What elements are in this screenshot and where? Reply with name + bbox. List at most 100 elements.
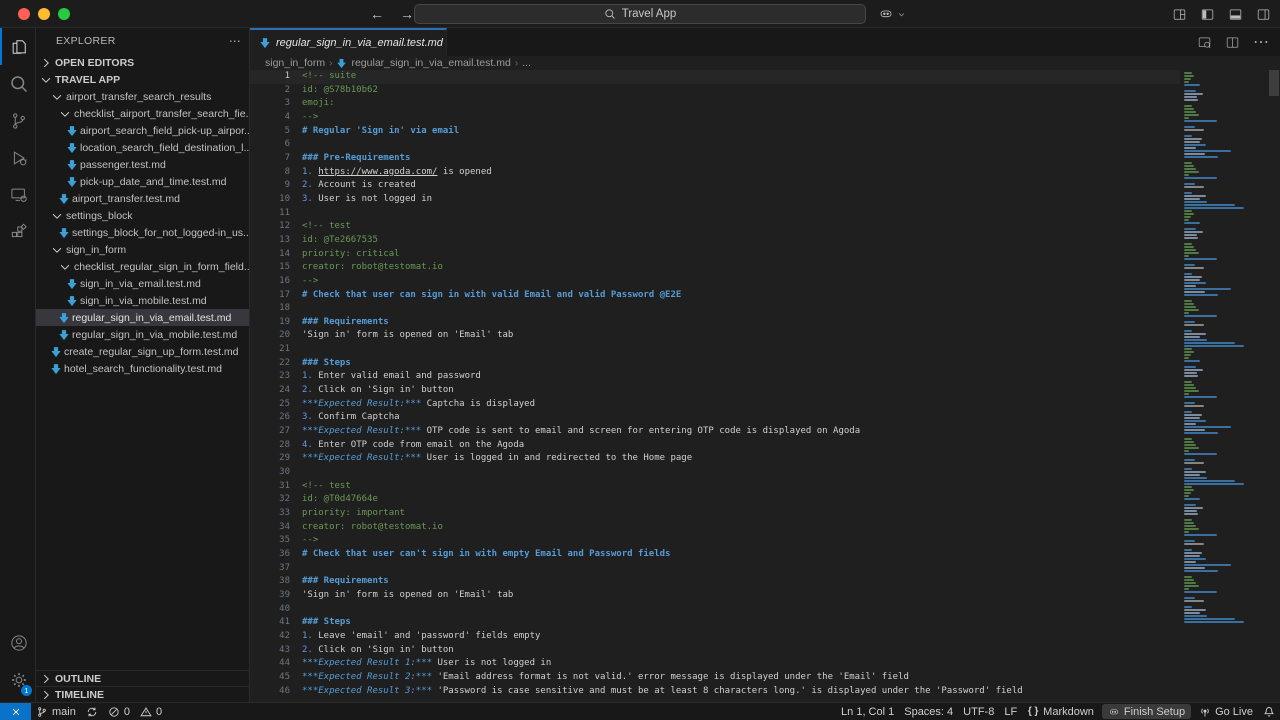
activity-settings[interactable]: 1 [0,661,35,698]
status-notifications[interactable] [1258,703,1280,720]
status-eol[interactable]: LF [999,703,1022,720]
code-line[interactable]: 36# Check that user can't sign in with e… [250,548,1180,562]
code-line[interactable]: 14priority: critical [250,248,1180,262]
timeline-section[interactable]: TIMELINE [36,686,249,702]
activity-explorer[interactable] [0,28,35,65]
activity-search[interactable] [0,65,35,102]
status-go-live[interactable]: Go Live [1194,703,1258,720]
minimap[interactable] [1180,70,1268,702]
code-line[interactable]: 11 [250,207,1180,221]
code-line[interactable]: 421. Leave 'email' and 'password' fields… [250,630,1180,644]
code-line[interactable]: 30 [250,466,1180,480]
code-line[interactable]: 13id: @Te2667535 [250,234,1180,248]
tree-item[interactable]: airport_search_field_pick-up_airpor... [36,122,249,139]
toggle-panel-icon[interactable] [1228,7,1243,22]
tree-item[interactable]: checklist_airport_transfer_search_fie... [36,105,249,122]
navigate-back-icon[interactable]: ← [370,6,384,22]
code-line[interactable]: 33priority: important [250,507,1180,521]
tree-item[interactable]: hotel_search_functionality.test.md [36,360,249,377]
code-line[interactable]: 7### Pre-Requirements [250,152,1180,166]
breadcrumb-item[interactable]: sign_in_form [265,57,325,69]
code-line[interactable]: 432. Click on 'Sign in' button [250,644,1180,658]
editor-more-actions-icon[interactable]: ⋯ [1253,32,1269,52]
activity-source-control[interactable] [0,102,35,139]
code-line[interactable]: 22### Steps [250,357,1180,371]
status-finish-setup[interactable]: Finish Setup [1102,704,1191,719]
code-line[interactable]: 32id: @T0d47664e [250,493,1180,507]
activity-remote-explorer[interactable] [0,176,35,213]
tree-item[interactable]: location_search_field_destination_l... [36,139,249,156]
code-line[interactable]: 31<!-- test [250,480,1180,494]
code-line[interactable]: 38### Requirements [250,575,1180,589]
minimize-window-button[interactable] [38,8,50,20]
code-line[interactable]: 37 [250,562,1180,576]
code-line[interactable]: 6 [250,138,1180,152]
open-preview-icon[interactable] [1197,35,1212,50]
code-line[interactable]: 103. User is not logged in [250,193,1180,207]
tree-item[interactable]: airport_transfer.test.md [36,190,249,207]
code-line[interactable]: 29***Expected Result:*** User is logged … [250,452,1180,466]
code-line[interactable]: 263. Confirm Captcha [250,411,1180,425]
code-line[interactable]: 27***Expected Result:*** OTP code is sen… [250,425,1180,439]
status-language-mode[interactable]: { }Markdown [1022,703,1099,720]
open-editors-section[interactable]: OPEN EDITORS [36,54,249,71]
breadcrumb-item[interactable]: ... [522,57,531,69]
command-center-search[interactable]: Travel App [414,4,866,24]
code-line[interactable]: 21 [250,343,1180,357]
tree-item[interactable]: checklist_regular_sign_in_form_field... [36,258,249,275]
status-errors[interactable]: 0 [103,703,135,720]
code-line[interactable]: 5# Regular 'Sign in' via email [250,125,1180,139]
code-line[interactable]: 2id: @S78b10b62 [250,84,1180,98]
toggle-secondary-sidebar-icon[interactable] [1256,7,1271,22]
code-line[interactable]: 18 [250,302,1180,316]
code-line[interactable]: 92. Account is created [250,179,1180,193]
tree-item[interactable]: settings_block_for_not_logged-in_us... [36,224,249,241]
copilot-menu[interactable] [878,0,906,28]
activity-extensions[interactable] [0,213,35,250]
status-git-branch[interactable]: main [31,703,81,720]
code-line[interactable]: 46***Expected Result 3:*** 'Password is … [250,685,1180,699]
split-editor-icon[interactable] [1225,35,1240,50]
code-line[interactable]: 19### Requirements [250,316,1180,330]
code-line[interactable]: 44***Expected Result 1:*** User is not l… [250,657,1180,671]
code-line[interactable]: 20'Sign in' form is opened on 'Email' ta… [250,329,1180,343]
close-window-button[interactable] [18,8,30,20]
status-remote[interactable] [0,703,31,720]
activity-run-debug[interactable] [0,139,35,176]
scrollbar-slider[interactable] [1269,70,1279,96]
code-line[interactable]: 40 [250,603,1180,617]
tree-item[interactable]: create_regular_sign_up_form.test.md [36,343,249,360]
code-line[interactable]: 242. Click on 'Sign in' button [250,384,1180,398]
toggle-sidebar-icon[interactable] [1200,7,1215,22]
tree-item[interactable]: airport_transfer_search_results [36,88,249,105]
status-indentation[interactable]: Spaces: 4 [899,703,958,720]
tree-item[interactable]: regular_sign_in_via_email.test.md [36,309,249,326]
maximize-window-button[interactable] [58,8,70,20]
code-line[interactable]: 231. Enter valid email and password [250,370,1180,384]
workspace-root-folder[interactable]: TRAVEL APP [36,71,249,88]
explorer-more-actions-icon[interactable]: ⋯ [229,34,241,48]
code-line[interactable]: 284. Enter OTP code from email on the Ag… [250,439,1180,453]
code-line[interactable]: 41### Steps [250,616,1180,630]
tree-item[interactable]: sign_in_via_mobile.test.md [36,292,249,309]
code-line[interactable]: 12<!-- test [250,220,1180,234]
outline-section[interactable]: OUTLINE [36,670,249,686]
status-encoding[interactable]: UTF-8 [958,703,999,720]
code-line[interactable]: 39'Sign in' form is opened on 'Email' ta… [250,589,1180,603]
status-warnings[interactable]: 0 [135,703,167,720]
editor-scrollbar[interactable] [1268,70,1280,702]
code-line[interactable]: 25***Expected Result:*** Captcha is disp… [250,398,1180,412]
navigate-forward-icon[interactable]: → [400,6,414,22]
breadcrumb-item[interactable]: regular_sign_in_via_email.test.md [351,57,510,69]
customize-layout-icon[interactable] [1172,7,1187,22]
tree-item[interactable]: passenger.test.md [36,156,249,173]
code-line[interactable]: 1<!-- suite [250,70,1180,84]
tree-item[interactable]: settings_block [36,207,249,224]
code-line[interactable]: 17# Check that user can sign in with val… [250,289,1180,303]
code-line[interactable]: 81. https://www.agoda.com/ is opened [250,166,1180,180]
code-line[interactable]: 35--> [250,534,1180,548]
tree-item[interactable]: pick-up_date_and_time.test.md [36,173,249,190]
code-line[interactable]: 4--> [250,111,1180,125]
code-line[interactable]: 15creator: robot@testomat.io [250,261,1180,275]
tree-item[interactable]: sign_in_via_email.test.md [36,275,249,292]
